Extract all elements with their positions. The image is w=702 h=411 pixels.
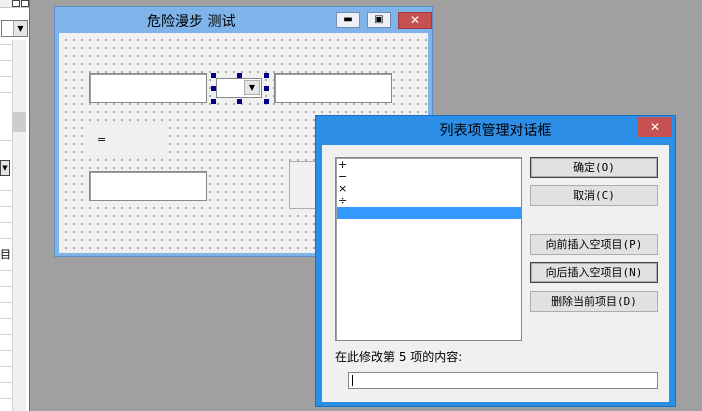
maximize-button[interactable]: ▣: [367, 12, 391, 28]
insert-before-button[interactable]: 向前插入空项目(P): [530, 234, 658, 255]
chevron-down-icon[interactable]: ▼: [13, 21, 27, 36]
dialog-title: 列表项管理对话框: [439, 123, 552, 139]
result-input[interactable]: [89, 171, 207, 201]
panel-scrollbar[interactable]: [12, 40, 26, 411]
items-listbox[interactable]: + − × ÷: [335, 157, 522, 341]
panel-close-button[interactable]: [21, 0, 29, 7]
edit-prompt-label: 在此修改第 5 项的内容:: [335, 350, 463, 364]
ok-button[interactable]: 确定(O): [530, 157, 658, 178]
insert-after-button[interactable]: 向后插入空项目(N): [530, 262, 658, 283]
dialog-close-button[interactable]: ✕: [638, 117, 672, 137]
object-selector-combo[interactable]: ▼: [1, 20, 28, 37]
equals-text: =: [97, 133, 107, 146]
panel-maximize-button[interactable]: [12, 0, 20, 7]
selection-handle[interactable]: [237, 99, 242, 104]
property-dropdown-button[interactable]: ▼: [0, 160, 10, 176]
dialog-client-area: + − × ÷ 确定(O) 取消(C) 向前插入空项目(P) 向后插入空项目(N…: [322, 145, 669, 402]
operator-combo[interactable]: ▼: [216, 78, 262, 98]
list-item-dialog: 列表项管理对话框 ✕ + − × ÷ 确定(O) 取消(C) 向前插入空项目(P…: [315, 115, 676, 407]
close-icon: ✕: [649, 120, 661, 134]
panel-scroll-thumb[interactable]: [12, 112, 26, 132]
minimize-icon: ▬: [343, 14, 353, 25]
list-item-selected[interactable]: [337, 207, 521, 219]
maximize-icon: ▣: [374, 14, 384, 25]
selection-handle[interactable]: [211, 86, 216, 91]
first-operand-input[interactable]: [89, 73, 207, 103]
selection-handle[interactable]: [264, 73, 269, 78]
chevron-down-icon[interactable]: ▼: [244, 80, 260, 95]
selection-handle[interactable]: [264, 99, 269, 104]
text-caret: [352, 375, 353, 386]
equals-label: =: [89, 127, 169, 153]
selection-handle[interactable]: [237, 73, 242, 78]
close-icon: ✕: [409, 13, 421, 27]
property-text-fragment: 目: [0, 248, 11, 261]
item-content-input[interactable]: [348, 372, 658, 389]
delete-item-button[interactable]: 删除当前项目(D): [530, 291, 658, 312]
cancel-button[interactable]: 取消(C): [530, 185, 658, 206]
second-operand-input[interactable]: [274, 73, 392, 103]
selection-handle[interactable]: [211, 99, 216, 104]
minimize-button[interactable]: ▬: [336, 12, 360, 28]
selection-handle[interactable]: [211, 73, 216, 78]
form-titlebar[interactable]: 危险漫步 测试 ▬ ▣ ✕: [55, 7, 432, 33]
property-panel: ▼ ▼ 目: [0, 0, 30, 411]
form-close-button[interactable]: ✕: [398, 12, 432, 29]
list-item[interactable]: ÷: [338, 195, 347, 207]
form-title: 危险漫步 测试: [147, 14, 236, 30]
selection-handle[interactable]: [264, 86, 269, 91]
